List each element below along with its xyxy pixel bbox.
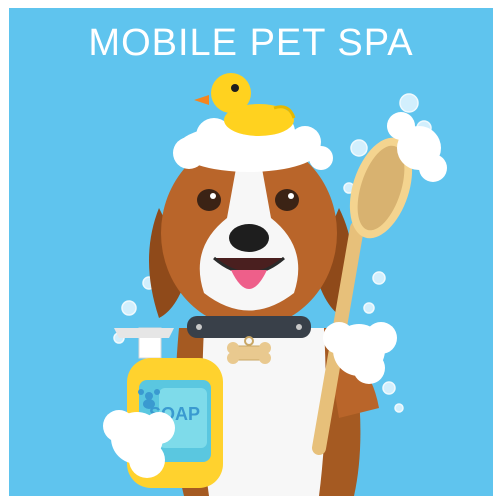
collar — [187, 316, 311, 338]
poster-canvas: MOBILE PET SPA SOAP — [9, 8, 493, 496]
illustration: SOAP — [103, 73, 447, 496]
